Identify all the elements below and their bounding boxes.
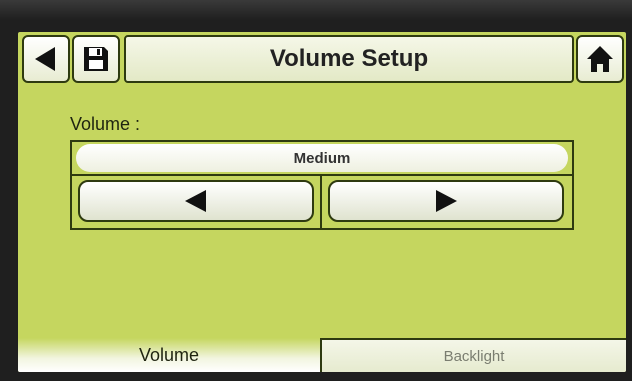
house-icon bbox=[587, 46, 613, 72]
home-button[interactable] bbox=[576, 35, 624, 83]
volume-increase-button[interactable] bbox=[328, 180, 564, 222]
save-button[interactable] bbox=[72, 35, 120, 83]
floppy-disk-icon bbox=[84, 47, 108, 71]
triangle-left-icon bbox=[185, 190, 206, 212]
page-title: Volume Setup bbox=[124, 35, 574, 83]
volume-value-display: Medium bbox=[76, 144, 568, 172]
device-bezel: Volume Setup Volume : Medium Volume Back… bbox=[0, 0, 632, 381]
touch-screen: Volume Setup Volume : Medium Volume Back… bbox=[18, 32, 626, 372]
divider bbox=[320, 174, 322, 230]
volume-label: Volume : bbox=[70, 114, 141, 134]
tab-volume[interactable]: Volume bbox=[18, 338, 320, 372]
tab-backlight[interactable]: Backlight bbox=[320, 338, 626, 372]
back-button[interactable] bbox=[22, 35, 70, 83]
triangle-left-icon bbox=[35, 47, 55, 71]
triangle-right-icon bbox=[436, 190, 457, 212]
volume-decrease-button[interactable] bbox=[78, 180, 314, 222]
divider bbox=[70, 174, 574, 176]
